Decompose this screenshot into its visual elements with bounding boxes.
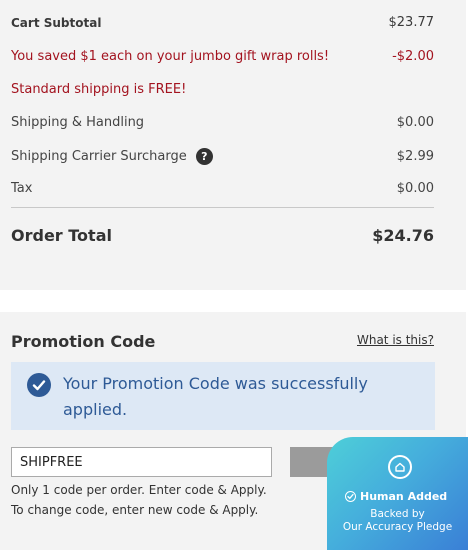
subtotal-row: Cart Subtotal $23.77	[11, 15, 434, 30]
free-shipping-label: Standard shipping is FREE!	[11, 82, 187, 97]
tax-value: $0.00	[396, 181, 434, 196]
promo-note-2: To change code, enter new code & Apply.	[11, 503, 259, 517]
surcharge-label-wrap: Shipping Carrier Surcharge ?	[11, 148, 213, 165]
order-total-label: Order Total	[11, 226, 112, 245]
surcharge-value: $2.99	[396, 149, 434, 164]
check-circle-icon	[27, 373, 51, 397]
shipping-label: Shipping & Handling	[11, 115, 145, 130]
house-icon	[388, 455, 412, 479]
badge-sub-2: Our Accuracy Pledge	[342, 521, 453, 533]
what-is-this-link[interactable]: What is this?	[357, 333, 434, 347]
order-total-value: $24.76	[372, 226, 434, 245]
shipping-value: $0.00	[396, 115, 434, 130]
surcharge-label: Shipping Carrier Surcharge	[11, 149, 187, 164]
success-message-box: Your Promotion Code was successfully app…	[11, 362, 435, 430]
savings-value: -$2.00	[392, 49, 434, 64]
tax-row: Tax $0.00	[11, 181, 434, 196]
badge-headline-wrap: Human Added	[345, 490, 447, 503]
check-small-icon	[345, 491, 356, 502]
badge-sub-1: Backed by	[370, 508, 425, 520]
badge-headline: Human Added	[360, 490, 448, 503]
surcharge-row: Shipping Carrier Surcharge ? $2.99	[11, 148, 434, 165]
shipping-row: Shipping & Handling $0.00	[11, 115, 434, 130]
savings-row: You saved $1 each on your jumbo gift wra…	[11, 49, 434, 64]
subtotal-label: Cart Subtotal	[11, 15, 102, 30]
order-total-row: Order Total $24.76	[11, 226, 434, 245]
accuracy-pledge-badge[interactable]: Human Added Backed by Our Accuracy Pledg…	[327, 437, 468, 550]
free-shipping-row: Standard shipping is FREE!	[11, 82, 434, 97]
question-circle-icon[interactable]: ?	[195, 148, 213, 165]
subtotal-value: $23.77	[388, 15, 435, 30]
summary-divider	[11, 207, 434, 208]
success-message: Your Promotion Code was successfully app…	[63, 374, 368, 419]
savings-label: You saved $1 each on your jumbo gift wra…	[11, 49, 330, 64]
order-summary: Cart Subtotal $23.77 You saved $1 each o…	[0, 0, 466, 290]
promo-note-1: Only 1 code per order. Enter code & Appl…	[11, 483, 267, 497]
tax-label: Tax	[11, 181, 33, 196]
promotion-title: Promotion Code	[11, 332, 156, 351]
promo-code-input[interactable]	[11, 447, 272, 477]
